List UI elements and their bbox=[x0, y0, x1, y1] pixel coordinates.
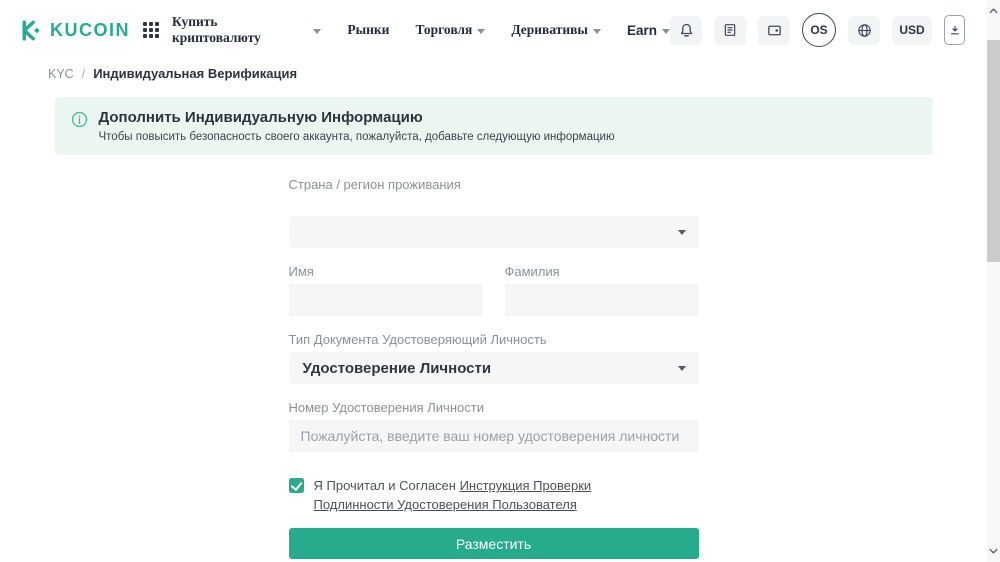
chevron-down-icon bbox=[593, 29, 601, 34]
banner-subtitle: Чтобы повысить безопасность своего аккау… bbox=[99, 131, 615, 143]
agreement-text: Я Прочитал и Согласен Инструкция Проверк… bbox=[314, 476, 659, 514]
first-name-input[interactable] bbox=[289, 284, 483, 316]
last-name-label: Фамилия bbox=[505, 264, 699, 279]
last-name-input[interactable] bbox=[505, 284, 699, 316]
nav-derivatives[interactable]: Деривативы bbox=[511, 22, 601, 38]
document-icon bbox=[722, 22, 738, 38]
country-label: Страна / регион проживания bbox=[289, 177, 699, 192]
nav-trade[interactable]: Торговля bbox=[415, 22, 485, 38]
page-scrollbar[interactable] bbox=[987, 0, 1000, 562]
assets-button[interactable] bbox=[758, 16, 790, 45]
kucoin-logo[interactable]: KUCOIN bbox=[18, 18, 130, 43]
breadcrumb-kyc-link[interactable]: KYC bbox=[48, 67, 74, 81]
banner-title: Дополнить Индивидуальную Информацию bbox=[99, 109, 615, 126]
id-number-input[interactable] bbox=[289, 420, 699, 452]
country-select[interactable] bbox=[289, 216, 699, 248]
account-avatar[interactable]: OS bbox=[802, 13, 836, 47]
submit-button[interactable]: Разместить bbox=[289, 528, 699, 559]
bell-icon bbox=[678, 22, 695, 39]
page-title: Индивидуальная Верификация bbox=[93, 66, 297, 81]
info-banner: Дополнить Индивидуальную Информацию Чтоб… bbox=[55, 97, 933, 155]
notifications-button[interactable] bbox=[670, 16, 702, 45]
chevron-down-icon bbox=[477, 29, 485, 34]
doc-type-select-value: Удостоверение Личности bbox=[303, 360, 492, 377]
avatar-initials: OS bbox=[810, 23, 827, 37]
chevron-down-icon bbox=[662, 29, 670, 34]
nav-earn[interactable]: Earn bbox=[627, 23, 670, 38]
download-app-button[interactable] bbox=[944, 15, 965, 45]
agreement-checkbox[interactable] bbox=[289, 478, 304, 493]
globe-icon bbox=[856, 22, 873, 39]
id-number-label: Номер Удостоверения Личности bbox=[289, 400, 699, 415]
info-icon bbox=[71, 111, 88, 128]
apps-grid-icon[interactable] bbox=[143, 22, 159, 38]
nav-markets[interactable]: Рынки bbox=[347, 22, 389, 38]
scroll-up-arrow-icon[interactable] bbox=[987, 4, 1000, 18]
kucoin-logo-text: KUCOIN bbox=[50, 20, 130, 41]
agreement-row: Я Прочитал и Согласен Инструкция Проверк… bbox=[289, 476, 699, 514]
doc-type-label: Тип Документа Удостоверяющий Личность bbox=[289, 332, 699, 347]
currency-button[interactable]: USD bbox=[892, 16, 932, 45]
scroll-down-arrow-icon[interactable] bbox=[987, 544, 1000, 558]
chevron-down-icon bbox=[678, 366, 686, 371]
chevron-down-icon bbox=[313, 29, 321, 34]
breadcrumb: KYC / Индивидуальная Верификация bbox=[48, 66, 987, 81]
breadcrumb-separator: / bbox=[82, 67, 85, 81]
wallet-icon bbox=[766, 22, 783, 39]
kucoin-logo-icon bbox=[18, 18, 43, 43]
chevron-down-icon bbox=[678, 230, 686, 235]
download-icon bbox=[950, 25, 960, 36]
first-name-label: Имя bbox=[289, 264, 483, 279]
language-button[interactable] bbox=[848, 16, 880, 45]
nav-buy-crypto[interactable]: Купить криптовалюту bbox=[172, 14, 321, 46]
scrollbar-thumb[interactable] bbox=[987, 40, 1000, 262]
doc-type-select[interactable]: Удостоверение Личности bbox=[289, 352, 699, 384]
kyc-form: Страна / регион проживания Имя Фамилия Т… bbox=[289, 177, 699, 559]
orders-button[interactable] bbox=[714, 16, 746, 45]
top-navigation-bar: KUCOIN Купить криптовалюту Рынки Торговл… bbox=[0, 0, 987, 60]
main-nav: Купить криптовалюту Рынки Торговля Дерив… bbox=[172, 14, 670, 46]
